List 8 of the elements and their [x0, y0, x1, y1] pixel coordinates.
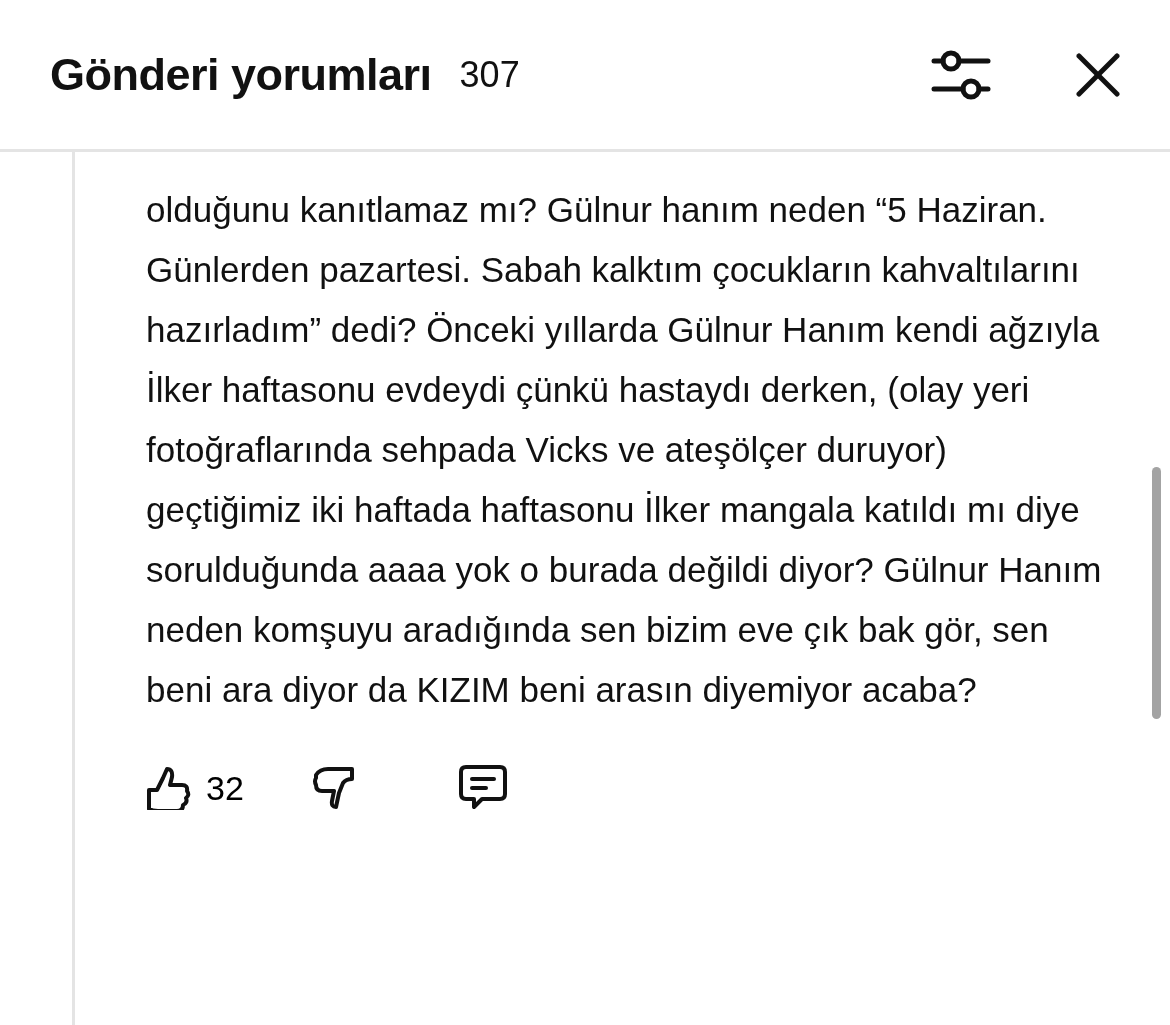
filter-icon[interactable] [931, 48, 991, 101]
reply-icon[interactable] [457, 764, 508, 812]
comment-count: 307 [459, 52, 520, 97]
close-icon[interactable] [1076, 52, 1120, 97]
like-button[interactable]: 32 [146, 766, 244, 810]
comment-text: olduğunu kanıtlamaz mı? Gülnur hanım neden “5 Haziran. Günlerden pazartesi. Sabah kalktım çocukların kahvaltılarını hazırladım” dedi? Önceki yıllarda Gülnur Hanım kendi ağzıyla İlker haftasonu evdeydi çünkü hastaydı derken, (olay yeri fotoğraflarında sehpada Vicks ve ateşölçer duruyor) geçtiğimiz iki haftada haftasonu İlker mangala katıldı mı diye sorulduğunda aaaa yok o burada değildi diyor? Gülnur Hanım neden komşuyu aradığında sen bizim eve çık bak gör, sen beni ara diyor da KIZIM beni arasın diyemiyor acaba? [146, 189, 1103, 711]
panel-title: Gönderi yorumları [50, 47, 432, 102]
scrollbar[interactable] [1152, 467, 1161, 719]
